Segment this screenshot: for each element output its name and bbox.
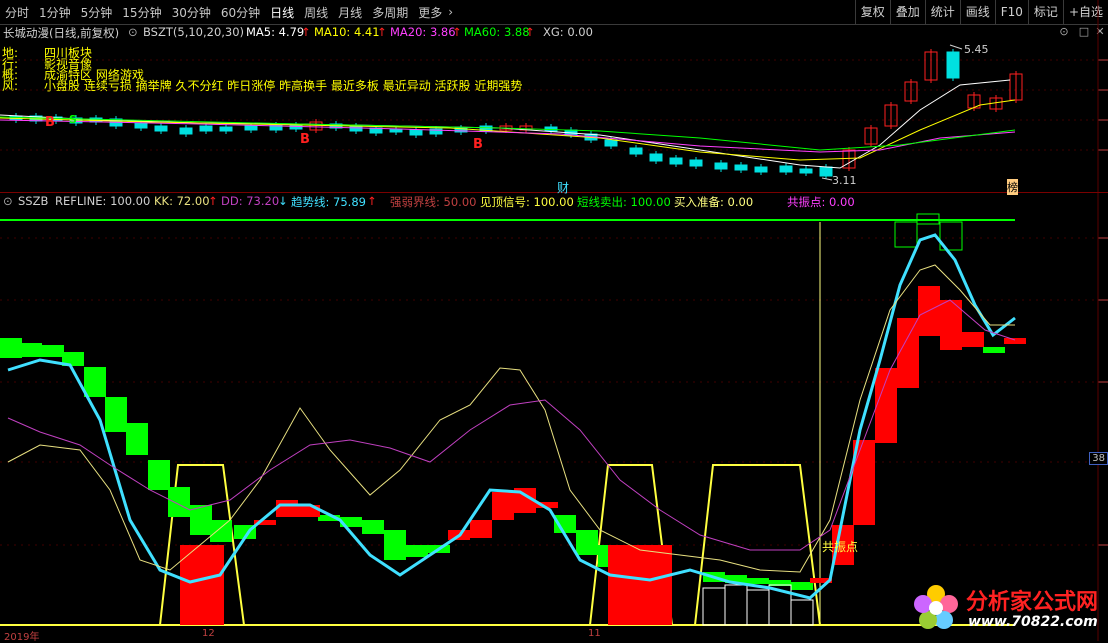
green-bar <box>576 530 598 555</box>
ma5-line <box>0 79 1011 169</box>
candle-body <box>604 139 618 147</box>
green-bar <box>105 397 127 432</box>
green-bar <box>84 367 106 397</box>
green-bar <box>148 460 170 490</box>
candle-body <box>819 166 833 177</box>
trend-line <box>7 233 1016 600</box>
indicator-chart-info: ⊙ SSZB REFLINE: 100.00 KK: 72.00 ↑ DD: 7… <box>0 194 1108 210</box>
watermark-url: www.70822.com <box>968 614 1098 630</box>
signal-box <box>790 599 814 626</box>
green-bar <box>168 487 190 517</box>
red-bar <box>276 500 298 517</box>
flower-logo-icon <box>914 585 958 629</box>
buy-mark: B <box>473 137 483 152</box>
candle-body <box>689 159 703 167</box>
candle-body <box>734 164 748 171</box>
green-bar <box>0 338 22 358</box>
dd-value: DD: 73.20 <box>221 194 280 208</box>
candle-body <box>629 147 643 155</box>
candle-body <box>649 153 663 162</box>
red-bar <box>962 332 984 347</box>
buy-ready-value: 买入准备: 0.00 <box>674 195 754 209</box>
candle-body <box>199 125 213 132</box>
low-price-label: 3.11 <box>832 174 857 187</box>
low-marker <box>821 177 833 181</box>
red-bar <box>608 545 672 625</box>
green-bar <box>791 582 813 590</box>
green-bar <box>362 520 384 534</box>
candle-body <box>244 125 258 131</box>
candle-body <box>669 157 683 165</box>
green-bar <box>983 347 1005 353</box>
green-bar <box>406 545 428 557</box>
red-bar <box>897 318 919 388</box>
watermark-logo: 分析家公式网 www.70822.com <box>906 578 1106 638</box>
signal-box <box>746 589 770 626</box>
top-signal-box <box>894 221 918 248</box>
candle-body <box>799 168 813 174</box>
resonance-value: 共振点: 0.00 <box>787 195 855 209</box>
red-bar <box>180 545 224 625</box>
list-mark[interactable]: 榜 <box>1007 179 1018 195</box>
sell-mark: S <box>69 113 77 126</box>
high-price-label: 5.45 <box>964 43 989 56</box>
axis-label: 12 <box>202 628 215 639</box>
resonance-marker: 共振点 <box>822 540 859 554</box>
y-axis-tag: 38 <box>1089 452 1108 465</box>
finance-mark[interactable]: 财 <box>557 179 569 196</box>
candle-body <box>134 122 148 129</box>
top-signal-value: 见顶信号: 100.00 <box>480 195 574 209</box>
candle-body <box>219 126 233 132</box>
buy-mark: B <box>45 115 55 130</box>
red-bar <box>470 520 492 538</box>
green-bar <box>747 578 769 584</box>
dd-arrow-icon: ↓ <box>278 194 288 208</box>
candle-body <box>779 165 793 173</box>
signal-box <box>724 584 748 626</box>
short-sell-value: 短线卖出: 100.00 <box>577 195 671 209</box>
signal-box <box>702 587 726 626</box>
candle-body <box>714 162 728 170</box>
kk-arrow-icon: ↑ <box>208 194 218 208</box>
chart-canvas[interactable] <box>0 0 1108 641</box>
indicator2-name[interactable]: SSZB <box>18 194 48 208</box>
green-bar <box>20 343 42 357</box>
candle-body <box>179 127 193 135</box>
watermark-title: 分析家公式网 <box>966 590 1099 615</box>
refline-value: REFLINE: 100.00 <box>55 194 151 208</box>
green-bar <box>126 423 148 455</box>
candle-body <box>946 51 960 79</box>
strong-weak-value: 强弱界线: 50.00 <box>390 195 477 209</box>
candle-body <box>154 125 168 132</box>
green-bar <box>42 345 64 357</box>
red-bar <box>492 492 514 520</box>
high-marker <box>949 44 963 50</box>
green-bar <box>384 530 406 560</box>
trend-value: 趋势线: 75.89 <box>291 195 366 209</box>
kk-value: KK: 72.00 <box>154 194 210 208</box>
indicator-menu-icon-2[interactable]: ⊙ <box>3 194 13 208</box>
pane-divider[interactable] <box>0 192 1108 193</box>
axis-label: 11 <box>588 628 601 639</box>
green-bar <box>210 520 232 542</box>
red-bar <box>1004 338 1026 344</box>
trend-arrow-icon: ↑ <box>367 194 377 208</box>
buy-mark: B <box>300 132 310 147</box>
candle-body <box>754 166 768 173</box>
candle-body <box>409 129 423 136</box>
